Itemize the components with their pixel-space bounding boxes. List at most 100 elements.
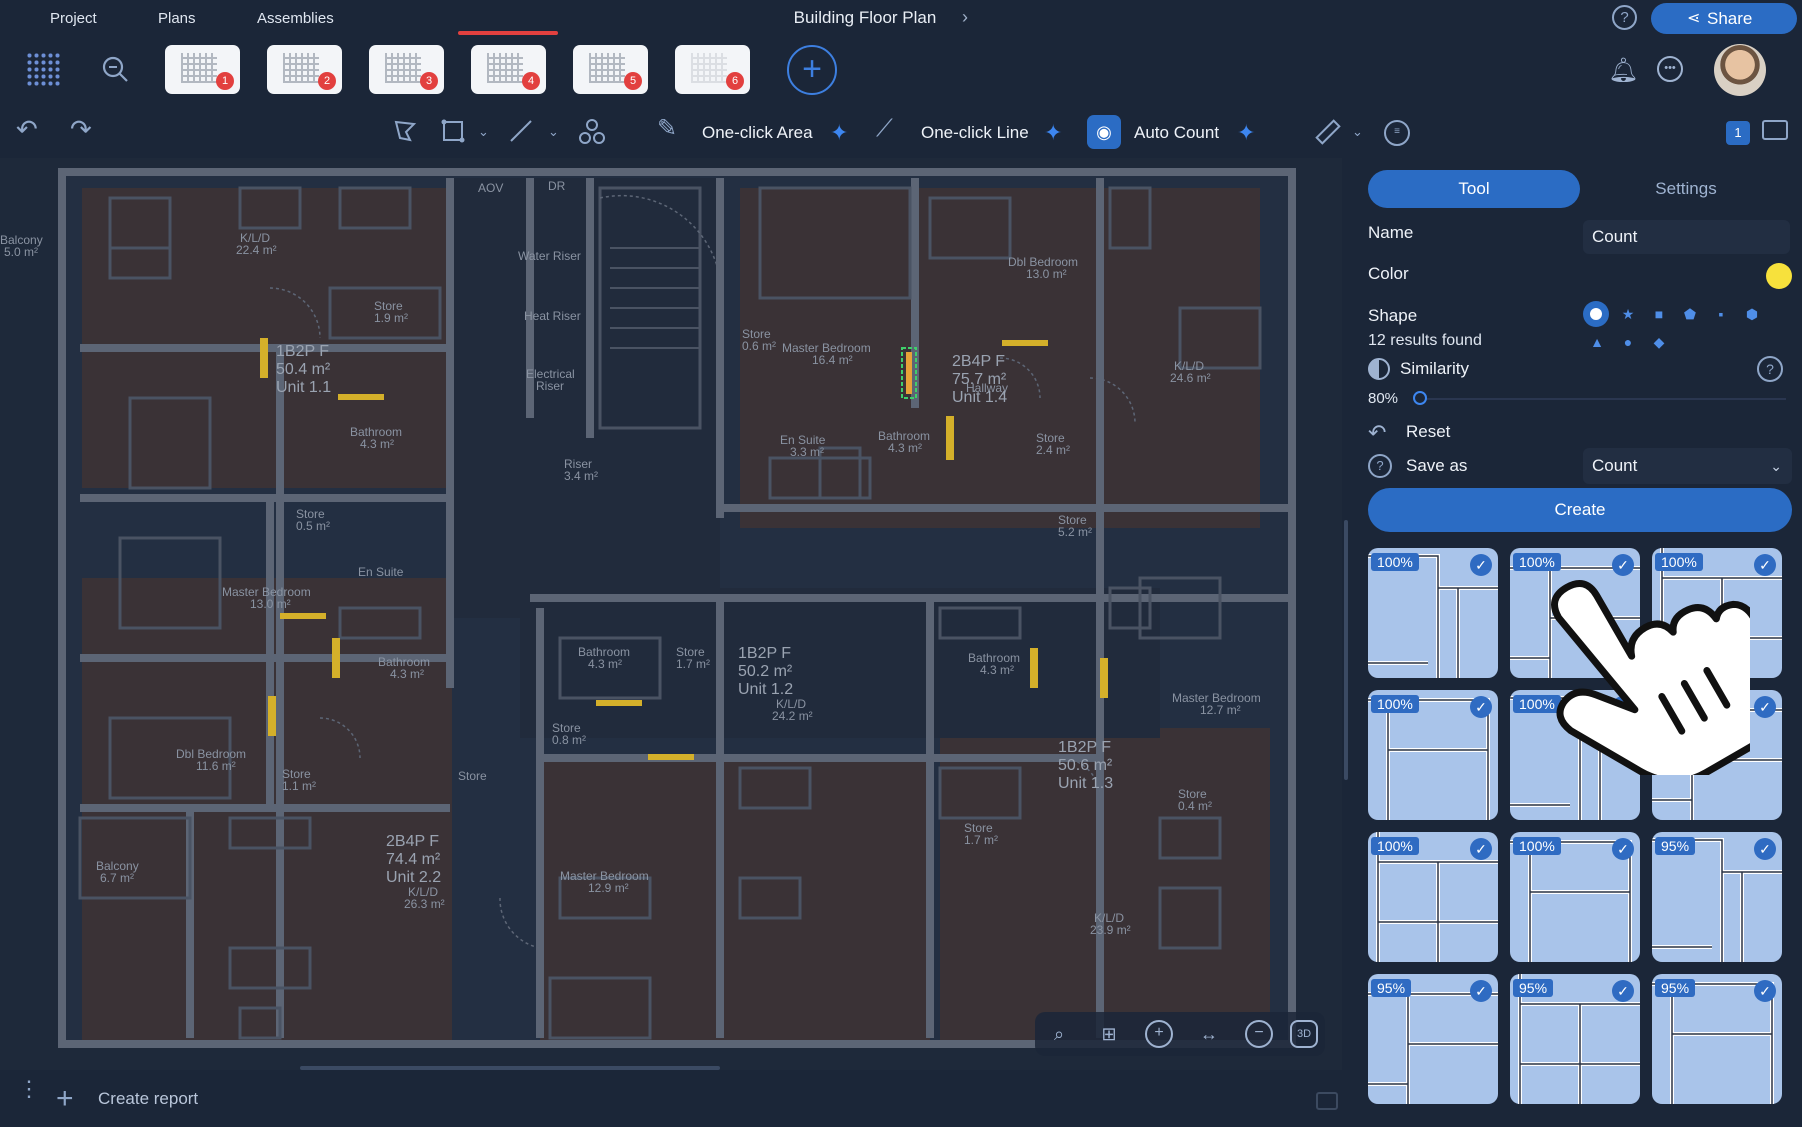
shape-triangle-option[interactable]: ▲ — [1589, 334, 1605, 350]
undo-icon[interactable]: ↶ — [16, 116, 38, 142]
result-card[interactable]: 100% ✓ — [1652, 548, 1782, 678]
avatar[interactable] — [1714, 44, 1766, 96]
reset-button[interactable]: Reset — [1406, 422, 1450, 442]
plan-number-badge: 3 — [420, 72, 438, 90]
plan-thumbnail-1[interactable]: 1 — [165, 45, 240, 94]
search-zoom-icon[interactable] — [100, 54, 130, 84]
line-magic-icon[interactable]: ⟋ — [876, 116, 893, 142]
plan-thumbnail-5[interactable]: 5 — [573, 45, 648, 94]
page-count-badge[interactable]: 1 — [1726, 121, 1750, 145]
label-riser-area: 3.4 m² — [564, 469, 598, 483]
check-icon[interactable]: ✓ — [1754, 838, 1776, 860]
apps-grid-icon[interactable] — [26, 52, 62, 88]
check-icon[interactable]: ✓ — [1612, 980, 1634, 1002]
similarity-slider-handle[interactable] — [1413, 391, 1427, 405]
auto-count-button[interactable]: Auto Count — [1134, 123, 1219, 143]
rectangle-tool-icon[interactable] — [440, 118, 466, 144]
chevron-down-icon[interactable]: ⌄ — [1352, 124, 1363, 140]
check-icon[interactable]: ✓ — [1470, 838, 1492, 860]
tab-tool[interactable]: Tool — [1368, 170, 1580, 208]
tab-settings[interactable]: Settings — [1580, 170, 1792, 208]
zoom-in-icon[interactable]: + — [1145, 1020, 1173, 1048]
shape-star-option[interactable]: ★ — [1620, 306, 1636, 322]
help-icon[interactable]: ? — [1368, 454, 1392, 478]
reset-icon[interactable]: ↶ — [1368, 420, 1386, 446]
area-brush-icon[interactable]: ✎ — [657, 116, 677, 142]
result-card[interactable]: 95% ✓ — [1510, 974, 1640, 1104]
result-card[interactable]: 100% ✓ — [1510, 832, 1640, 962]
vertical-scrollbar[interactable] — [1344, 520, 1348, 780]
panel-toggle-icon[interactable] — [1316, 1092, 1338, 1110]
help-icon[interactable]: ? — [1757, 356, 1783, 382]
shape-dot-option[interactable]: ● — [1620, 334, 1636, 350]
monitor-icon[interactable] — [1762, 120, 1788, 140]
result-card[interactable]: 100% ✓ — [1368, 690, 1498, 820]
create-report-button[interactable]: Create report — [98, 1089, 198, 1109]
plan-preview — [385, 53, 421, 83]
plan-thumbnail-2[interactable]: 2 — [267, 45, 342, 94]
check-icon[interactable]: ✓ — [1470, 980, 1492, 1002]
shape-pentagon-option[interactable]: ⬟ — [1682, 306, 1698, 322]
map-icon[interactable]: ⊞ — [1095, 1020, 1123, 1048]
result-card[interactable]: 100% ✓ — [1368, 832, 1498, 962]
result-card[interactable]: 95% ✓ — [1652, 974, 1782, 1104]
check-icon[interactable]: ✓ — [1754, 554, 1776, 576]
plus-icon[interactable]: + — [56, 1082, 74, 1116]
label-riser: Riser — [536, 379, 564, 393]
name-field[interactable]: Count — [1583, 220, 1790, 254]
plan-thumbnail-6[interactable]: 6 — [675, 45, 750, 94]
save-as-select[interactable]: Count ⌄ — [1583, 448, 1792, 484]
one-click-area-button[interactable]: One-click Area — [702, 123, 813, 143]
result-card[interactable]: 95% ✓ — [1368, 974, 1498, 1104]
check-icon[interactable]: ✓ — [1754, 696, 1776, 718]
tab-project[interactable]: Project — [50, 10, 97, 27]
color-swatch[interactable] — [1766, 263, 1792, 289]
fit-width-icon[interactable]: ↔ — [1195, 1020, 1223, 1048]
auto-count-icon[interactable]: ◉ — [1087, 115, 1121, 149]
result-card[interactable]: 100% ✓ — [1510, 690, 1640, 820]
check-icon[interactable]: ✓ — [1612, 554, 1634, 576]
shape-circle-option[interactable] — [1583, 301, 1609, 327]
help-icon[interactable]: ? — [1612, 5, 1637, 30]
3d-view-icon[interactable]: 3D — [1290, 1020, 1318, 1048]
check-icon[interactable]: ✓ — [1612, 838, 1634, 860]
result-card[interactable]: 100% ✓ — [1510, 548, 1640, 678]
result-card[interactable]: 100% ✓ — [1368, 548, 1498, 678]
shape-diamond-option[interactable]: ◆ — [1651, 334, 1667, 350]
zoom-out-icon[interactable]: − — [1245, 1020, 1273, 1048]
result-card[interactable]: 100% ✓ — [1652, 690, 1782, 820]
check-icon[interactable]: ✓ — [1612, 696, 1634, 718]
check-icon[interactable]: ✓ — [1470, 696, 1492, 718]
chevron-right-icon[interactable]: › — [962, 7, 968, 28]
shape-hexagon-option[interactable]: ⬢ — [1744, 306, 1760, 322]
shape-rounded-square-option[interactable]: ▪ — [1713, 306, 1729, 322]
comment-tool-icon[interactable]: ≡ — [1384, 120, 1410, 146]
document-title[interactable]: Building Floor Plan — [760, 8, 970, 28]
line-tool-icon[interactable] — [508, 118, 534, 144]
redo-icon[interactable]: ↷ — [70, 116, 92, 142]
create-count-button[interactable]: Create — [1368, 488, 1792, 532]
plan-thumbnail-4[interactable]: 4 — [471, 45, 546, 94]
chevron-down-icon[interactable]: ⌄ — [548, 124, 559, 140]
plan-canvas[interactable]: AOV DR Balcony 5.0 m² K/L/D 22.4 m² Stor… — [0, 158, 1342, 1070]
comments-icon[interactable]: ••• — [1657, 56, 1683, 82]
plan-thumbnail-3[interactable]: 3 — [369, 45, 444, 94]
chevron-down-icon[interactable]: ⌄ — [478, 124, 489, 140]
bell-icon[interactable]: 🔔︎ — [1608, 56, 1638, 85]
result-card[interactable]: 95% ✓ — [1652, 832, 1782, 962]
tab-assemblies[interactable]: Assemblies — [257, 10, 334, 27]
ruler-icon[interactable] — [1314, 118, 1342, 146]
add-plan-button[interactable]: + — [787, 45, 837, 95]
floor-plan[interactable]: AOV DR Balcony 5.0 m² K/L/D 22.4 m² Stor… — [0, 158, 1342, 1070]
polygon-tool-icon[interactable] — [392, 118, 420, 144]
zoom-fit-icon[interactable]: ⌕ — [1045, 1020, 1073, 1048]
share-button[interactable]: ⋖ Share — [1651, 3, 1797, 34]
similarity-slider[interactable] — [1416, 398, 1786, 400]
check-icon[interactable]: ✓ — [1754, 980, 1776, 1002]
shape-square-option[interactable]: ■ — [1651, 306, 1667, 322]
more-icon[interactable]: ⋮ — [18, 1078, 40, 1100]
tab-plans[interactable]: Plans — [158, 10, 196, 27]
one-click-line-button[interactable]: One-click Line — [921, 123, 1029, 143]
count-tool-icon[interactable] — [578, 118, 606, 146]
check-icon[interactable]: ✓ — [1470, 554, 1492, 576]
